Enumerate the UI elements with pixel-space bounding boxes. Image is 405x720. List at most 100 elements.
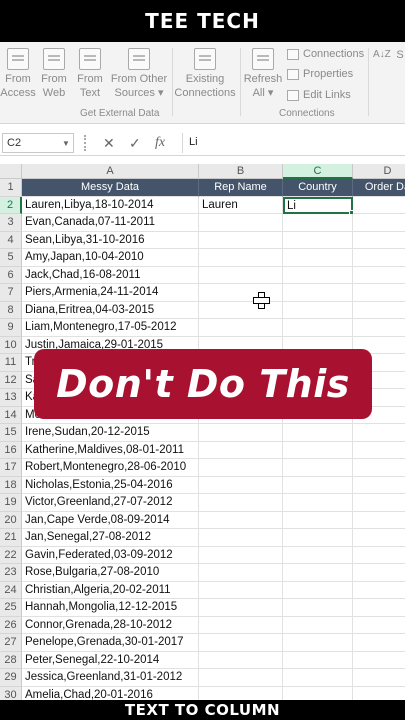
- table-cell[interactable]: [283, 634, 353, 652]
- header-cell[interactable]: Messy Data: [22, 179, 199, 197]
- row-header[interactable]: 3: [0, 214, 22, 232]
- table-cell[interactable]: [283, 214, 353, 232]
- row-header[interactable]: 10: [0, 336, 22, 354]
- table-cell[interactable]: [283, 494, 353, 512]
- row-header[interactable]: 14: [0, 406, 22, 424]
- table-cell[interactable]: [283, 651, 353, 669]
- table-cell[interactable]: Amelia,Chad,20-01-2016: [22, 686, 199, 700]
- row-header[interactable]: 7: [0, 284, 22, 302]
- from-text-button[interactable]: From Text: [74, 48, 106, 100]
- table-cell[interactable]: Christian,Algeria,20-02-2011: [22, 581, 199, 599]
- table-cell[interactable]: [199, 669, 283, 687]
- table-cell[interactable]: [353, 214, 405, 232]
- table-cell[interactable]: [199, 319, 283, 337]
- table-cell[interactable]: [353, 634, 405, 652]
- row-header[interactable]: 1: [0, 179, 22, 197]
- table-cell[interactable]: [353, 442, 405, 459]
- insert-function-icon[interactable]: fx: [155, 135, 165, 151]
- table-cell[interactable]: Jan,Cape Verde,08-09-2014: [22, 511, 199, 529]
- table-cell[interactable]: [283, 564, 353, 582]
- row-header[interactable]: 13: [0, 389, 22, 407]
- table-cell[interactable]: Piers,Armenia,24-11-2014: [22, 284, 199, 302]
- sort-a-z-button[interactable]: A↓Z: [373, 48, 391, 62]
- column-header-a[interactable]: A: [22, 164, 199, 179]
- row-header[interactable]: 2: [0, 196, 22, 214]
- row-header[interactable]: 30: [0, 686, 22, 700]
- table-cell[interactable]: [353, 267, 405, 284]
- table-cell[interactable]: Victor,Greenland,27-07-2012: [22, 494, 199, 512]
- row-header[interactable]: 24: [0, 581, 22, 599]
- from-access-button[interactable]: From Access: [0, 48, 36, 100]
- table-cell[interactable]: [353, 564, 405, 582]
- sort-button[interactable]: S: [394, 48, 405, 62]
- table-cell[interactable]: Amy,Japan,10-04-2010: [22, 249, 199, 267]
- table-cell[interactable]: [199, 686, 283, 700]
- table-cell[interactable]: Connor,Grenada,28-10-2012: [22, 616, 199, 634]
- row-header[interactable]: 20: [0, 511, 22, 529]
- table-cell[interactable]: Sean,Libya,31-10-2016: [22, 231, 199, 249]
- table-cell[interactable]: [199, 424, 283, 442]
- existing-connections-button[interactable]: Existing Connections: [172, 48, 238, 100]
- table-cell[interactable]: [353, 617, 405, 634]
- table-cell[interactable]: [199, 214, 283, 232]
- row-header[interactable]: 9: [0, 319, 22, 337]
- table-cell[interactable]: [353, 669, 405, 687]
- table-cell[interactable]: Jan,Senegal,27-08-2012: [22, 529, 199, 547]
- table-cell[interactable]: [353, 599, 405, 617]
- table-cell[interactable]: [199, 599, 283, 617]
- column-header-b[interactable]: B: [199, 164, 283, 179]
- table-cell[interactable]: [353, 284, 405, 302]
- table-cell[interactable]: [353, 494, 405, 512]
- table-cell[interactable]: [353, 424, 405, 442]
- connections-button[interactable]: Connections: [287, 48, 364, 60]
- row-header[interactable]: 4: [0, 231, 22, 249]
- refresh-all-button[interactable]: Refresh All ▾: [242, 48, 284, 100]
- formula-bar-grip[interactable]: [84, 135, 87, 151]
- row-header[interactable]: 22: [0, 546, 22, 564]
- row-header[interactable]: 26: [0, 616, 22, 634]
- table-cell[interactable]: [199, 476, 283, 494]
- table-cell[interactable]: [353, 459, 405, 477]
- table-cell[interactable]: [199, 581, 283, 599]
- row-header[interactable]: 23: [0, 564, 22, 582]
- table-cell[interactable]: Diana,Eritrea,04-03-2015: [22, 301, 199, 319]
- table-cell[interactable]: [283, 249, 353, 267]
- table-cell[interactable]: [199, 494, 283, 512]
- row-header[interactable]: 12: [0, 371, 22, 389]
- table-cell[interactable]: Liam,Montenegro,17-05-2012: [22, 319, 199, 337]
- table-cell[interactable]: [199, 249, 283, 267]
- table-cell[interactable]: [353, 582, 405, 599]
- table-cell[interactable]: [283, 301, 353, 319]
- name-box-dropdown-icon[interactable]: ▼: [62, 139, 70, 148]
- table-cell[interactable]: [283, 266, 353, 284]
- row-header[interactable]: 29: [0, 669, 22, 687]
- table-cell[interactable]: [199, 266, 283, 284]
- table-cell[interactable]: [199, 616, 283, 634]
- table-cell[interactable]: Peter,Senegal,22-10-2014: [22, 651, 199, 669]
- table-cell[interactable]: [199, 301, 283, 319]
- header-cell[interactable]: Rep Name: [199, 179, 283, 197]
- table-cell[interactable]: [353, 652, 405, 669]
- table-cell[interactable]: [283, 424, 353, 442]
- table-cell[interactable]: [283, 581, 353, 599]
- table-cell[interactable]: [199, 231, 283, 249]
- row-header[interactable]: 17: [0, 459, 22, 477]
- table-cell[interactable]: [199, 564, 283, 582]
- table-cell[interactable]: [283, 616, 353, 634]
- column-header-d[interactable]: D: [353, 164, 405, 179]
- from-web-button[interactable]: From Web: [38, 48, 70, 100]
- table-cell[interactable]: Katherine,Maldives,08-01-2011: [22, 441, 199, 459]
- table-cell[interactable]: [353, 249, 405, 267]
- table-cell[interactable]: [283, 669, 353, 687]
- row-header[interactable]: 21: [0, 529, 22, 547]
- table-cell[interactable]: Hannah,Mongolia,12-12-2015: [22, 599, 199, 617]
- table-cell[interactable]: Nicholas,Estonia,25-04-2016: [22, 476, 199, 494]
- enter-icon[interactable]: ✓: [129, 135, 141, 152]
- row-header[interactable]: 8: [0, 301, 22, 319]
- table-cell[interactable]: [353, 302, 405, 319]
- table-cell[interactable]: [353, 477, 405, 494]
- table-cell[interactable]: Lauren: [199, 196, 283, 214]
- row-header[interactable]: 25: [0, 599, 22, 617]
- table-cell[interactable]: [283, 441, 353, 459]
- table-cell[interactable]: [283, 511, 353, 529]
